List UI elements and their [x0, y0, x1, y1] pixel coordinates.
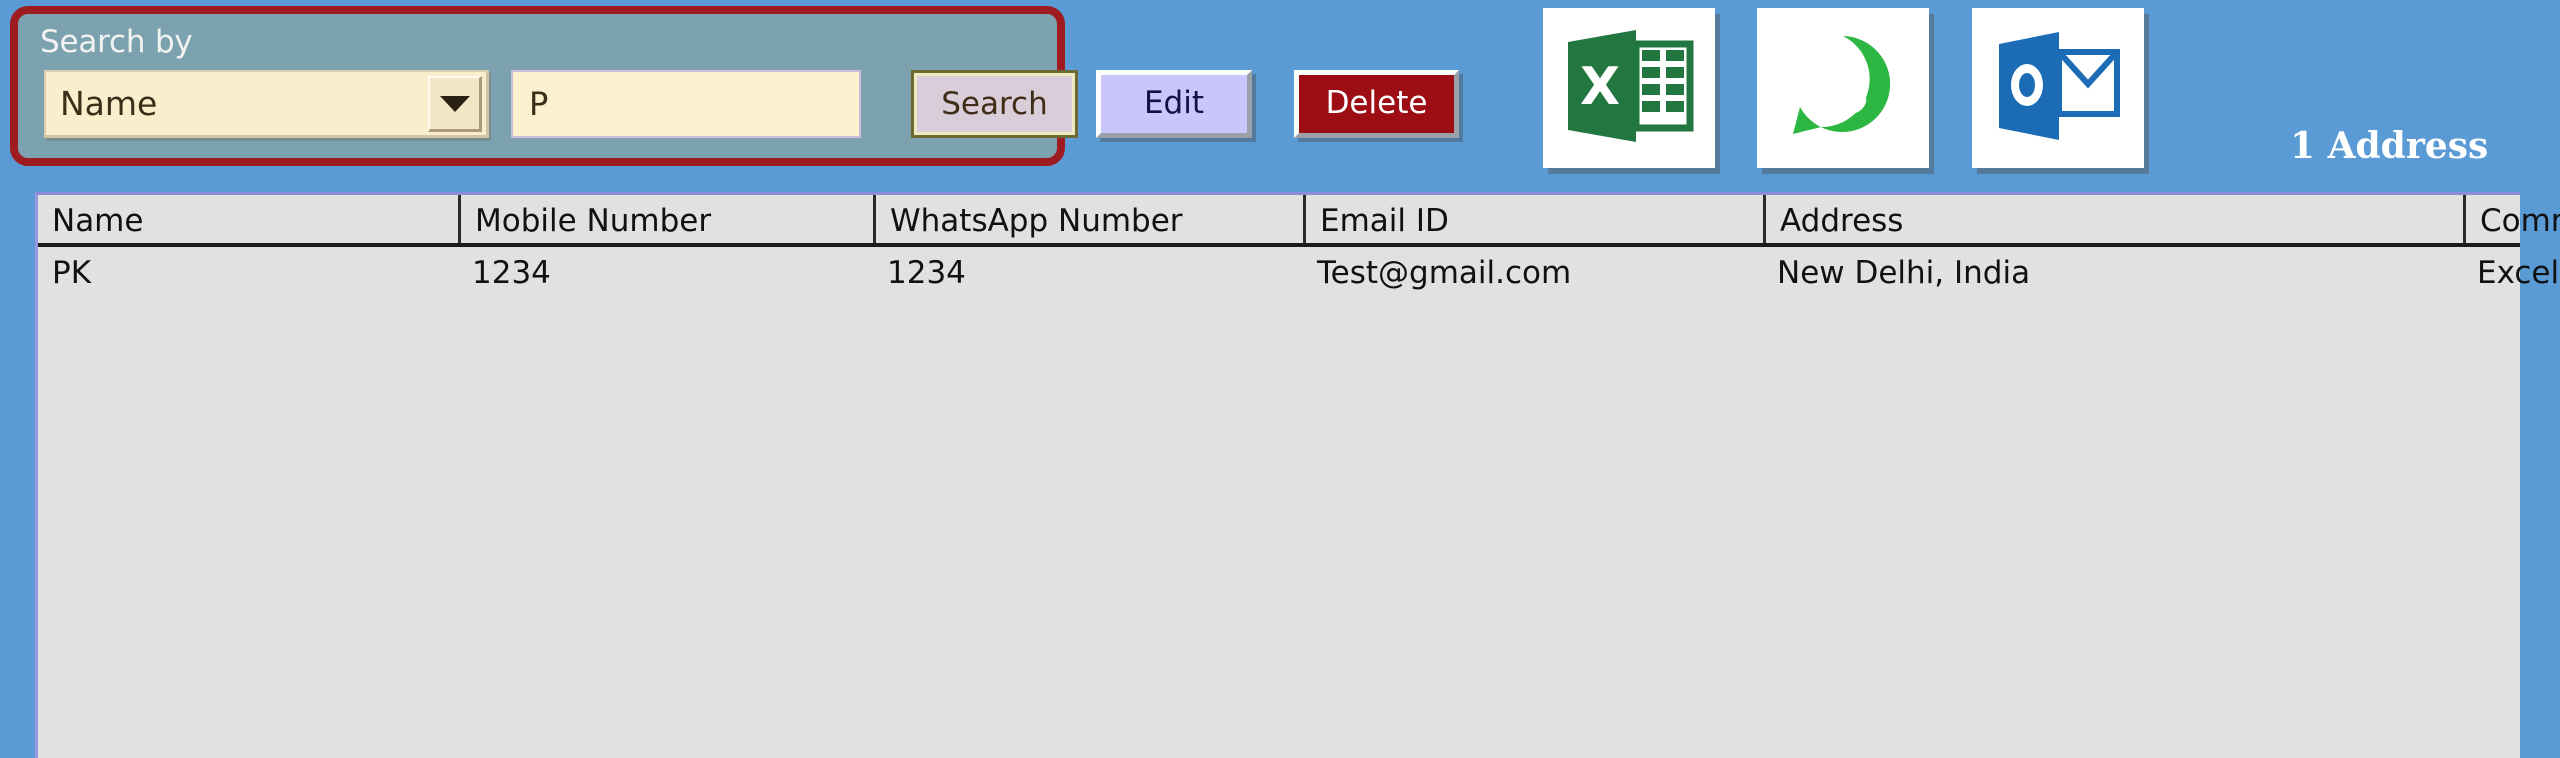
search-panel: Search by Name P Search: [10, 6, 1078, 166]
cell-whatsapp[interactable]: 1234: [873, 251, 1303, 299]
triangle-glyph: [439, 95, 470, 112]
export-to-excel-button[interactable]: X: [1543, 8, 1715, 168]
search-field-select[interactable]: Name: [44, 70, 489, 138]
cell-comments[interactable]: Excel: [2463, 251, 2560, 299]
send-outlook-email-button[interactable]: [1972, 8, 2144, 168]
search-button[interactable]: Search: [911, 70, 1078, 138]
address-count-label: 1 Address: [2290, 125, 2489, 167]
excel-icon: X: [1568, 30, 1694, 142]
delete-button-label: Delete: [1325, 85, 1428, 121]
delete-button[interactable]: Delete: [1294, 70, 1459, 138]
table-body: [38, 247, 2520, 758]
search-input-value: P: [529, 85, 549, 123]
chevron-down-icon[interactable]: [428, 76, 482, 132]
cell-name[interactable]: PK: [38, 251, 458, 299]
outlook-icon: [1999, 32, 2120, 140]
send-whatsapp-button[interactable]: [1757, 8, 1929, 168]
address-table: Name Mobile Number WhatsApp Number Email ID…: [35, 192, 2560, 758]
cell-address[interactable]: New Delhi, India: [1763, 251, 2463, 299]
search-button-label: Search: [941, 86, 1048, 122]
search-by-label: Search by: [40, 24, 193, 60]
top-toolbar: Search by Name P Search Edit Delete X 1 …: [0, 0, 2560, 180]
svg-text:X: X: [1580, 57, 1620, 117]
search-field-selected-value: Name: [60, 84, 158, 123]
cell-email[interactable]: Test@gmail.com: [1303, 251, 1763, 299]
search-input[interactable]: P: [511, 70, 861, 138]
table-row[interactable]: PK 1234 1234 Test@gmail.com New Delhi, India…: [38, 195, 2559, 291]
cell-mobile[interactable]: 1234: [458, 251, 873, 299]
edit-button-label: Edit: [1143, 85, 1205, 121]
edit-button[interactable]: Edit: [1096, 70, 1252, 138]
whatsapp-icon: [1793, 36, 1891, 134]
